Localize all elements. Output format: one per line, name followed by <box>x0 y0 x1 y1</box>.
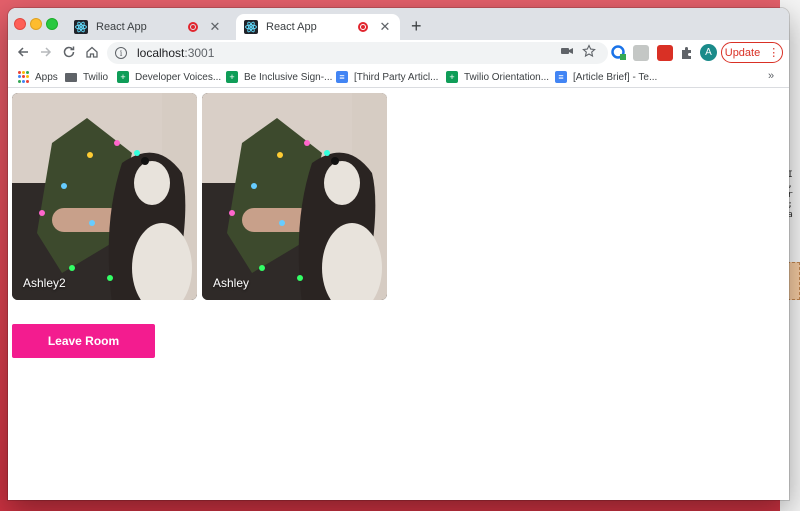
bookmark-twilio[interactable]: Twilio <box>65 70 108 84</box>
participant-video-tile: Ashley <box>202 93 387 300</box>
back-arrow-icon[interactable] <box>15 45 31 61</box>
bookmark-be-inclusive[interactable]: + Be Inclusive Sign-... <box>226 70 332 84</box>
site-info-icon[interactable]: i <box>115 47 127 59</box>
bookmark-article-brief[interactable]: ≡ [Article Brief] - Te... <box>555 70 657 84</box>
bookmark-label: [Third Party Articl... <box>354 71 439 83</box>
new-tab-button[interactable]: + <box>411 17 422 35</box>
extension-red-icon[interactable] <box>657 45 673 61</box>
forward-arrow-icon[interactable] <box>38 45 54 61</box>
bookmark-label: Twilio <box>83 71 109 83</box>
bookmark-twilio-orientation[interactable]: + Twilio Orientation... <box>446 70 549 84</box>
react-favicon-icon <box>244 20 258 34</box>
tab-title: React App <box>96 21 147 33</box>
address-bar[interactable]: i localhost:3001 <box>107 42 608 64</box>
participant-name: Ashley2 <box>23 276 66 290</box>
tab-react-app-1[interactable]: React App ✕ <box>66 14 230 40</box>
bookmark-star-icon[interactable] <box>582 44 596 61</box>
update-label: Update <box>724 46 761 59</box>
video-feed <box>202 93 387 300</box>
tab-react-app-2[interactable]: React App ✕ <box>236 14 400 40</box>
page-content: Ashley2 Ashley Leave Room <box>8 89 789 500</box>
extensions-puzzle-icon[interactable] <box>679 45 695 61</box>
google-docs-icon: ≡ <box>336 71 348 83</box>
update-button[interactable]: Update ⋮ <box>721 42 783 63</box>
more-bookmarks-button[interactable]: » <box>768 70 774 82</box>
reload-icon[interactable] <box>61 45 77 61</box>
recording-indicator-icon <box>188 22 198 32</box>
bookmarks-bar: Apps Twilio + Developer Voices... + Be I… <box>8 66 789 88</box>
close-tab-icon[interactable]: ✕ <box>208 19 222 35</box>
react-favicon-icon <box>74 20 88 34</box>
bookmark-label: [Article Brief] - Te... <box>573 71 658 83</box>
apps-grid-icon <box>17 71 29 83</box>
browser-toolbar: i localhost:3001 A Update ⋮ <box>8 40 789 66</box>
url-host: localhost <box>137 46 185 60</box>
bookmark-apps[interactable]: Apps <box>17 70 58 84</box>
bookmark-label: Be Inclusive Sign-... <box>244 71 333 83</box>
bookmark-label: Developer Voices... <box>135 71 222 83</box>
google-docs-icon: ≡ <box>555 71 567 83</box>
close-window-button[interactable] <box>14 18 26 30</box>
home-icon[interactable] <box>84 45 100 61</box>
url-port: :3001 <box>184 46 215 60</box>
bookmark-developer-voices[interactable]: + Developer Voices... <box>117 70 221 84</box>
extension-gray-icon[interactable] <box>633 45 649 61</box>
extension-blue-icon[interactable] <box>611 45 627 61</box>
tab-title: React App <box>266 21 317 33</box>
more-vert-icon: ⋮ <box>768 47 780 59</box>
folder-icon <box>65 72 77 82</box>
minimize-window-button[interactable] <box>30 18 42 30</box>
google-sheets-icon: + <box>446 71 458 83</box>
recording-indicator-icon <box>358 22 368 32</box>
google-sheets-icon: + <box>226 71 238 83</box>
bookmark-third-party-article[interactable]: ≡ [Third Party Articl... <box>336 70 438 84</box>
zoom-window-button[interactable] <box>46 18 58 30</box>
camera-in-use-icon[interactable] <box>560 44 574 61</box>
participant-video-tile: Ashley2 <box>12 93 197 300</box>
browser-window: React App ✕ React App ✕ + i localhost:3… <box>8 8 789 500</box>
tab-strip: React App ✕ React App ✕ + <box>8 8 789 40</box>
leave-room-button[interactable]: Leave Room <box>12 324 155 358</box>
bookmark-label: Apps <box>35 71 58 83</box>
profile-avatar[interactable]: A <box>700 44 717 61</box>
bookmark-label: Twilio Orientation... <box>464 71 550 83</box>
google-sheets-icon: + <box>117 71 129 83</box>
video-feed <box>12 93 197 300</box>
participant-name: Ashley <box>213 276 250 290</box>
close-tab-icon[interactable]: ✕ <box>378 19 392 35</box>
